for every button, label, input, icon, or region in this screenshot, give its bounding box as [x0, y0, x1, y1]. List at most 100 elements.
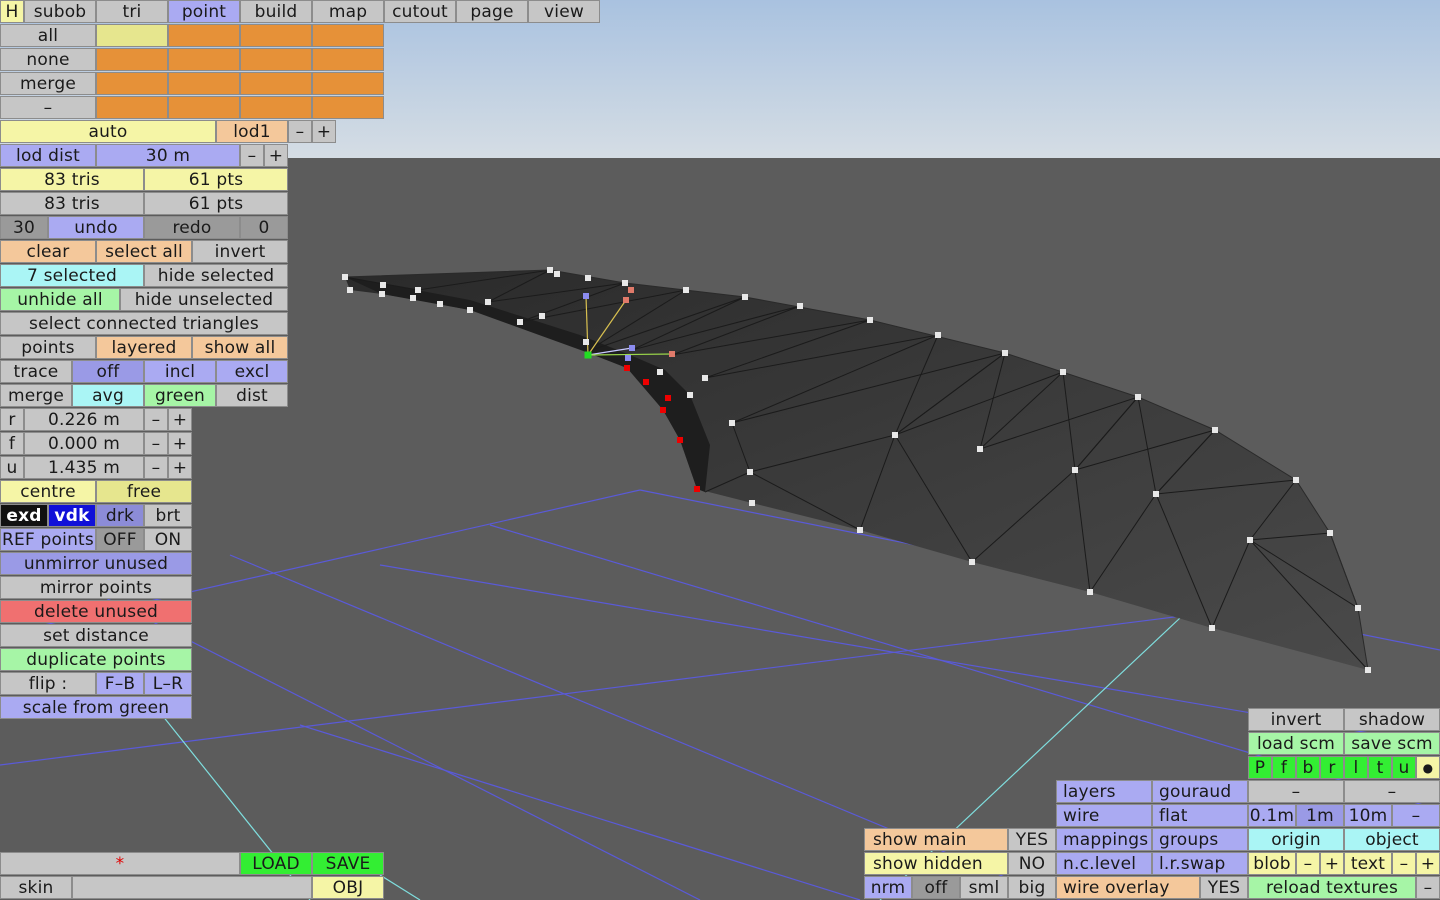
- vertex-marker[interactable]: [683, 287, 689, 293]
- ref-off-button[interactable]: OFF: [96, 528, 144, 551]
- lod-level[interactable]: lod1: [216, 120, 288, 143]
- menu-cutout[interactable]: cutout: [384, 0, 456, 23]
- wire-overlay-value[interactable]: YES: [1200, 876, 1248, 899]
- vertex-marker[interactable]: [628, 287, 634, 293]
- vertex-marker[interactable]: [1209, 625, 1215, 631]
- unmirror-unused-button[interactable]: unmirror unused: [0, 552, 192, 575]
- view-dash-button[interactable]: –: [1248, 780, 1344, 803]
- wire-button[interactable]: wire: [1056, 804, 1152, 827]
- vertex-marker[interactable]: [687, 392, 693, 398]
- layer-cell[interactable]: [240, 96, 312, 119]
- hide-selected-button[interactable]: hide selected: [144, 264, 288, 287]
- vertex-marker[interactable]: [857, 527, 863, 533]
- vertex-marker[interactable]: [623, 297, 629, 303]
- layer-cell[interactable]: [96, 24, 168, 47]
- off-button[interactable]: off: [912, 876, 960, 899]
- sml-button[interactable]: sml: [960, 876, 1008, 899]
- grid-1m-button[interactable]: 1m: [1296, 804, 1344, 827]
- save-button[interactable]: SAVE: [312, 852, 384, 875]
- layered-button[interactable]: layered: [96, 336, 192, 359]
- vertex-marker[interactable]: [622, 280, 628, 286]
- show-all-button[interactable]: show all: [192, 336, 288, 359]
- obj-button[interactable]: OBJ: [312, 876, 384, 899]
- lod-dist-value[interactable]: 30 m: [96, 144, 240, 167]
- lod-auto-button[interactable]: auto: [0, 120, 216, 143]
- vertex-marker[interactable]: [625, 355, 631, 361]
- merge-green-button[interactable]: green: [144, 384, 216, 407]
- vertex-marker[interactable]: [415, 287, 421, 293]
- f-minus-button[interactable]: –: [144, 432, 168, 455]
- vertex-marker[interactable]: [342, 274, 348, 280]
- object-button[interactable]: object: [1344, 828, 1440, 851]
- grid-01m-button[interactable]: 0.1m: [1248, 804, 1296, 827]
- layer-cell[interactable]: [96, 96, 168, 119]
- layer-dash-button[interactable]: –: [0, 96, 96, 119]
- vertex-marker[interactable]: [747, 469, 753, 475]
- vertex-marker[interactable]: [539, 313, 545, 319]
- text-plus-button[interactable]: +: [1416, 852, 1440, 875]
- vertex-marker[interactable]: [583, 293, 589, 299]
- drk-button[interactable]: drk: [96, 504, 144, 527]
- vertex-marker[interactable]: [583, 339, 589, 345]
- vertex-marker[interactable]: [969, 559, 975, 565]
- view-p-button[interactable]: P: [1248, 756, 1272, 779]
- vertex-marker[interactable]: [1135, 394, 1141, 400]
- select-all-button[interactable]: select all: [96, 240, 192, 263]
- invert-selection-button[interactable]: invert: [192, 240, 288, 263]
- r-plus-button[interactable]: +: [168, 408, 192, 431]
- vertex-marker[interactable]: [379, 291, 385, 297]
- vertex-marker[interactable]: [585, 275, 591, 281]
- menu-subob[interactable]: subob: [24, 0, 96, 23]
- hide-unselected-button[interactable]: hide unselected: [120, 288, 288, 311]
- vertex-marker[interactable]: [1087, 589, 1093, 595]
- vertex-marker[interactable]: [669, 351, 675, 357]
- layer-all-button[interactable]: all: [0, 24, 96, 47]
- vertex-marker[interactable]: [660, 407, 666, 413]
- reload-textures-button[interactable]: reload textures: [1248, 876, 1416, 899]
- vertex-marker[interactable]: [749, 500, 755, 506]
- merge-points-button[interactable]: merge: [0, 384, 72, 407]
- exd-button[interactable]: exd: [0, 504, 48, 527]
- layer-cell[interactable]: [168, 24, 240, 47]
- invert-view-button[interactable]: invert: [1248, 708, 1344, 731]
- layer-cell[interactable]: [168, 96, 240, 119]
- load-scm-button[interactable]: load scm: [1248, 732, 1344, 755]
- vertex-marker[interactable]: [437, 301, 443, 307]
- vertex-marker[interactable]: [554, 271, 560, 277]
- trace-incl-button[interactable]: incl: [144, 360, 216, 383]
- merge-dist-button[interactable]: dist: [216, 384, 288, 407]
- vertex-marker[interactable]: [1247, 537, 1253, 543]
- menu-tri[interactable]: tri: [96, 0, 168, 23]
- mappings-button[interactable]: mappings: [1056, 828, 1152, 851]
- big-button[interactable]: big: [1008, 876, 1056, 899]
- blob-plus-button[interactable]: +: [1320, 852, 1344, 875]
- u-value[interactable]: 1.435 m: [24, 456, 144, 479]
- layer-cell[interactable]: [96, 72, 168, 95]
- groups-button[interactable]: groups: [1152, 828, 1248, 851]
- layer-cell[interactable]: [168, 48, 240, 71]
- layer-cell[interactable]: [96, 48, 168, 71]
- menu-page[interactable]: page: [456, 0, 528, 23]
- delete-unused-button[interactable]: delete unused: [0, 600, 192, 623]
- ref-on-button[interactable]: ON: [144, 528, 192, 551]
- menu-view[interactable]: view: [528, 0, 600, 23]
- u-plus-button[interactable]: +: [168, 456, 192, 479]
- origin-button[interactable]: origin: [1248, 828, 1344, 851]
- wire-overlay-button[interactable]: wire overlay: [1056, 876, 1200, 899]
- vertex-marker[interactable]: [1153, 491, 1159, 497]
- lr-swap-button[interactable]: l.r.swap: [1152, 852, 1248, 875]
- vertex-marker[interactable]: [584, 351, 592, 359]
- vertex-marker[interactable]: [629, 345, 635, 351]
- load-button[interactable]: LOAD: [240, 852, 312, 875]
- vertex-marker[interactable]: [935, 332, 941, 338]
- vertex-marker[interactable]: [485, 299, 491, 305]
- view-b-button[interactable]: b: [1296, 756, 1320, 779]
- vertex-marker[interactable]: [977, 446, 983, 452]
- layer-none-button[interactable]: none: [0, 48, 96, 71]
- view-r-button[interactable]: r: [1320, 756, 1344, 779]
- free-button[interactable]: free: [96, 480, 192, 503]
- r-value[interactable]: 0.226 m: [24, 408, 144, 431]
- vertex-marker[interactable]: [347, 287, 353, 293]
- vertex-marker[interactable]: [1355, 605, 1361, 611]
- menu-build[interactable]: build: [240, 0, 312, 23]
